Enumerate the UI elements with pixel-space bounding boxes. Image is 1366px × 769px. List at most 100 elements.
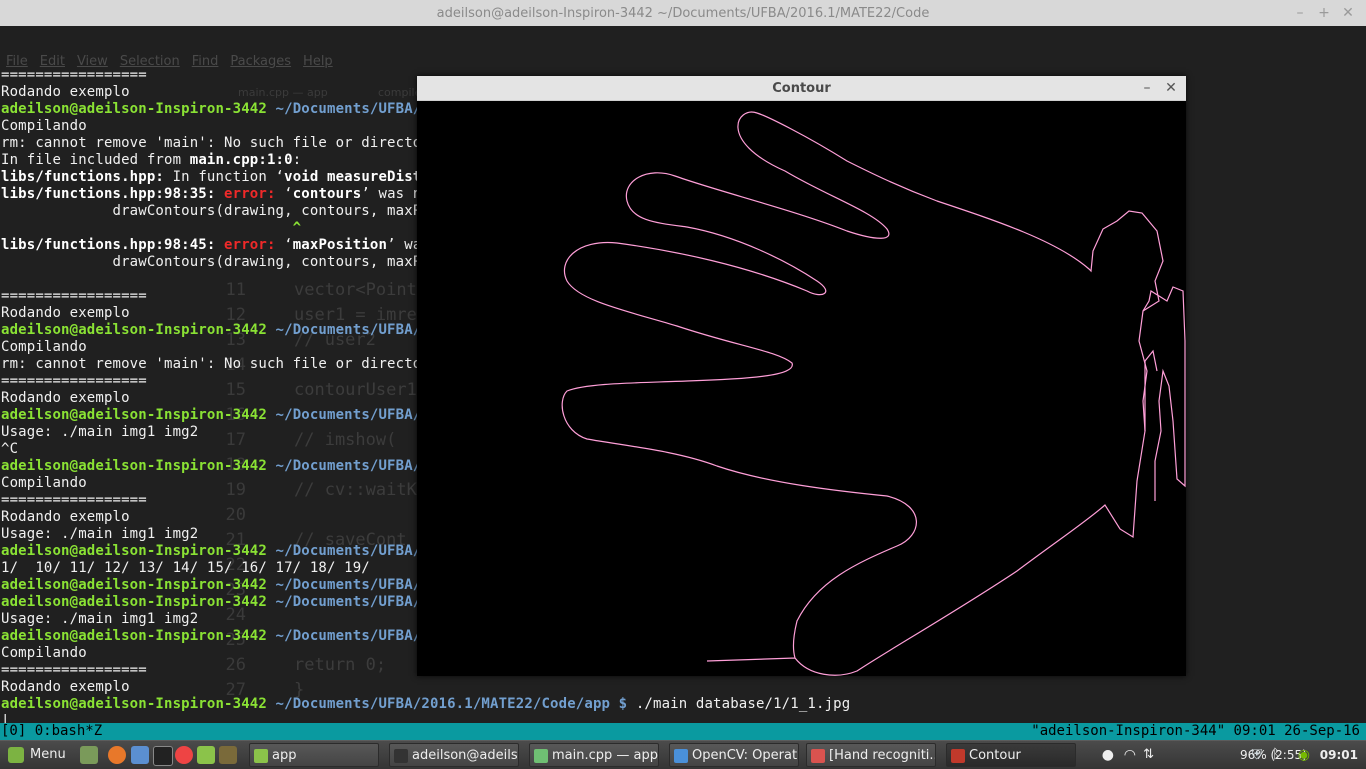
terminal-text: libs/functions.hpp:98:45:: [1, 237, 225, 253]
taskbar-app-icon: [254, 749, 268, 763]
terminal-text: =================: [1, 662, 147, 678]
terminal-text: Rodando exemplo: [1, 305, 130, 321]
terminal-text: error:: [224, 237, 285, 253]
arm-contour: [1142, 286, 1186, 501]
terminal-text: adeilson@adeilson-Inspiron-3442: [1, 101, 276, 117]
terminal-text: Compilando: [1, 475, 87, 491]
taskbar-app-icon: [394, 749, 408, 763]
terminal-text: adeilson@adeilson-Inspiron-3442: [1, 594, 276, 610]
taskbar-item[interactable]: app: [249, 743, 379, 767]
tmux-status-right: "adeilson-Inspiron-344" 09:01 26-Sep-16: [1031, 723, 1360, 739]
minimize-button[interactable]: –: [1289, 2, 1311, 24]
terminal-text: Compilando: [1, 339, 87, 355]
terminal-text: Compilando: [1, 645, 87, 661]
terminal-text: Rodando exemplo: [1, 679, 130, 695]
taskbar-item[interactable]: OpenCV: Operat...: [669, 743, 799, 767]
terminal-text: adeilson@adeilson-Inspiron-3442: [1, 407, 276, 423]
taskbar-app-icon: [951, 749, 965, 763]
terminal-line: |: [1, 713, 850, 723]
file-browser-launcher-icon[interactable]: [131, 746, 149, 764]
nvidia-icon[interactable]: ◉: [1298, 741, 1310, 769]
terminal-line: adeilson@adeilson-Inspiron-3442 ~/Docume…: [1, 696, 850, 713]
terminal-text: =================: [1, 373, 147, 389]
contour-close-button[interactable]: ✕: [1160, 77, 1182, 99]
terminal-text: drawContours(drawing, contours, maxPosi: [1, 254, 448, 270]
menu-button[interactable]: Menu: [4, 744, 66, 766]
terminal-text: |: [1, 713, 10, 723]
terminal-text: In function ‘: [164, 169, 285, 185]
terminal-text: Usage: ./main img1 img2: [1, 424, 199, 440]
terminal-text: =================: [1, 288, 147, 304]
user-icon[interactable]: ●: [1102, 741, 1114, 769]
terminal-text: Usage: ./main img1 img2: [1, 611, 199, 627]
contour-canvas: [417, 101, 1186, 676]
folder-launcher-icon[interactable]: [197, 746, 215, 764]
terminal-text: main.cpp:1:0: [189, 152, 293, 168]
firefox-icon[interactable]: [108, 746, 126, 764]
taskbar-item-label: adeilson@adeils...: [412, 748, 519, 763]
window-title: adeilson@adeilson-Inspiron-3442 ~/Docume…: [436, 6, 930, 21]
terminal-line: Rodando exemplo: [1, 679, 850, 696]
network-icon[interactable]: ⇅: [1143, 741, 1154, 769]
taskbar-app-icon: [534, 749, 548, 763]
bluetooth-icon[interactable]: ᛒ: [1272, 741, 1280, 769]
taskbar-item[interactable]: main.cpp — app...: [529, 743, 659, 767]
terminal-text: :: [292, 152, 302, 168]
terminal-text: ‘: [284, 186, 293, 202]
terminal-text: ./main database/1/1_1.jpg: [635, 696, 851, 712]
terminal-text: libs/functions.hpp:98:35:: [1, 186, 225, 202]
clock[interactable]: 09:01: [1320, 741, 1358, 769]
terminal-text: In file included from: [1, 152, 190, 168]
monitor-launcher-icon[interactable]: [219, 746, 237, 764]
close-button[interactable]: ✕: [1337, 2, 1359, 24]
terminal-text: adeilson@adeilson-Inspiron-3442: [1, 322, 276, 338]
tmux-window-list[interactable]: [0] 0:bash*Z: [1, 723, 102, 740]
contour-window-title: Contour: [772, 81, 831, 96]
menu-label: Menu: [30, 747, 66, 762]
taskbar-item-label: main.cpp — app...: [552, 748, 659, 763]
terminal-text: =================: [1, 67, 147, 83]
contour-title-bar[interactable]: Contour – ✕: [417, 76, 1186, 101]
terminal-text: Rodando exemplo: [1, 390, 130, 406]
taskbar-item[interactable]: Contour: [946, 743, 1076, 767]
terminal-text: contours: [292, 186, 362, 202]
bottom-panel: Menu app adeilson@adeils... main.cpp — app…: [0, 740, 1366, 769]
shield-icon[interactable]: ⛨: [1252, 741, 1263, 769]
taskbar-item[interactable]: adeilson@adeils...: [389, 743, 519, 767]
terminal-text: adeilson@adeilson-Inspiron-3442: [1, 577, 276, 593]
terminal-text: Rodando exemplo: [1, 84, 130, 100]
hand-contour: [561, 111, 1164, 676]
chrome-icon[interactable]: [175, 746, 193, 764]
terminal-text: adeilson@adeilson-Inspiron-3442: [1, 543, 276, 559]
terminal-text: adeilson@adeilson-Inspiron-3442: [1, 458, 276, 474]
terminal-text: rm: cannot remove 'main': No such file o…: [1, 356, 439, 372]
wifi-icon[interactable]: ◠: [1124, 741, 1136, 769]
terminal-text: ^C: [1, 441, 19, 457]
contour-window[interactable]: Contour – ✕: [417, 76, 1186, 676]
terminal-text: maxPosition: [292, 237, 388, 253]
terminal-text: error:: [224, 186, 285, 202]
wrist-contour: [1144, 349, 1158, 431]
contour-minimize-button[interactable]: –: [1136, 77, 1158, 99]
taskbar-item-label: Contour: [969, 748, 1021, 763]
taskbar-app-icon: [674, 749, 688, 763]
taskbar-item[interactable]: [Hand recogniti...: [806, 743, 936, 767]
terminal-launcher-icon[interactable]: [153, 746, 173, 766]
taskbar-item-label: OpenCV: Operat...: [692, 748, 799, 763]
terminal-text: libs/functions.hpp:: [1, 169, 164, 185]
terminal-text: drawContours(drawing, contours, maxPosi: [1, 203, 448, 219]
terminal-text: ^: [1, 220, 302, 236]
mint-logo-icon: [8, 747, 24, 763]
terminal-text: Usage: ./main img1 img2: [1, 526, 199, 542]
show-desktop-icon[interactable]: [80, 746, 98, 764]
terminal-text: Compilando: [1, 118, 87, 134]
terminal-text: =================: [1, 492, 147, 508]
terminal-text: Rodando exemplo: [1, 509, 130, 525]
terminal-text: 1/ 10/ 11/ 12/ 13/ 14/ 15/ 16/ 17/ 18/ 1…: [1, 560, 370, 576]
terminal-text: ~/Documents/UFBA/2016.1/MATE22/Code/app …: [275, 696, 636, 712]
terminal-text: adeilson@adeilson-Inspiron-3442: [1, 696, 276, 712]
terminal-text: ‘: [284, 237, 293, 253]
maximize-button[interactable]: +: [1313, 2, 1335, 24]
terminal-text: adeilson@adeilson-Inspiron-3442: [1, 628, 276, 644]
taskbar-item-label: [Hand recogniti...: [829, 748, 936, 763]
